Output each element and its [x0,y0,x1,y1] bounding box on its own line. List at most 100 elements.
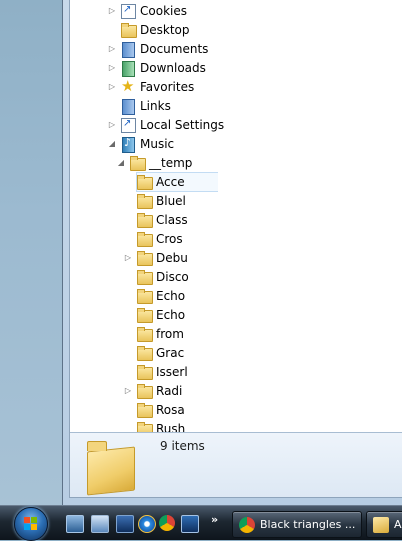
tree-item-downloads[interactable]: ▷ Downloads [107,58,206,77]
details-pane: 9 items [70,432,402,497]
tree-child-folder[interactable]: from [123,324,184,343]
expand-arrow-icon[interactable]: ▷ [107,6,117,16]
tree-child-folder[interactable]: Echo [123,286,185,305]
folder-icon [136,307,153,323]
tree-child-folder[interactable]: Class [123,210,188,229]
remote-desktop-icon[interactable] [181,515,199,533]
tree-item-label: Documents [140,41,209,56]
folder-icon [136,250,153,266]
tree-item-label: Rush [156,421,186,433]
tree-clip-region [218,172,402,432]
collapse-arrow-icon[interactable]: ◢ [116,158,126,168]
tree-child-folder[interactable]: ▷ Debu [123,248,188,267]
folder-icon [136,364,153,380]
tree-item-label: Grac [156,345,185,360]
folder-icon [136,269,153,285]
tree-item-label: __temp [149,155,193,170]
expand-arrow-icon[interactable]: ▷ [107,120,117,130]
tree-item-label: Downloads [140,60,206,75]
expand-arrow-icon[interactable]: ▷ [107,44,117,54]
tree-item-label: Cookies [140,3,187,18]
tree-child-folder[interactable]: Disco [123,267,189,286]
chrome-icon [239,516,255,533]
documents-icon [120,41,136,58]
tree-item-links[interactable]: Links [107,96,171,115]
expand-arrow-icon[interactable]: ▷ [123,386,133,396]
taskbar-button-label: Black triangles ... [260,518,356,531]
tree-item-label: Echo [156,307,186,322]
tree-item-label: Favorites [140,79,195,94]
tree-child-folder[interactable]: Isserl [123,362,188,381]
tree-item-music[interactable]: ◢ Music [107,134,174,153]
tree-child-folder[interactable]: Acce [123,172,185,191]
folder-icon [136,193,153,209]
tree-item-label: Rosa [156,402,185,417]
tree-item-label: Desktop [140,22,190,37]
tree-item-favorites[interactable]: ▷ Favorites [107,77,194,96]
show-desktop-icon[interactable] [66,515,84,533]
folder-icon [136,326,153,342]
item-count-label: 9 items [160,439,205,453]
internet-explorer-icon[interactable] [138,515,156,533]
folder-icon [136,212,153,228]
folder-icon [136,402,153,418]
collapse-arrow-icon[interactable]: ◢ [107,139,117,149]
tree-item-temp[interactable]: ◢ __temp [116,153,192,172]
tree-child-folder[interactable]: Echo [123,305,185,324]
tree-child-folder[interactable]: Rosa [123,400,185,419]
tree-item-label: Echo [156,288,186,303]
expand-arrow-icon[interactable]: ▷ [107,63,117,73]
taskbar-button-explorer[interactable]: A [366,511,402,538]
folder-icon [136,231,153,247]
folder-icon [136,345,153,361]
chrome-icon[interactable] [159,515,175,531]
tree-item-cookies[interactable]: ▷ Cookies [107,1,187,20]
tree-item-label: Disco [156,269,189,284]
tree-item-label: Local Settings [140,117,225,132]
switch-windows-icon[interactable] [91,515,109,533]
shortcut-icon [120,3,136,19]
tree-item-local-settings[interactable]: ▷ Local Settings [107,115,224,134]
explorer-window: ▷ Cookies Desktop ▷ Documents ▷ Download… [62,0,402,505]
tree-item-label: Class [156,212,188,227]
taskbar: » Black triangles ... A [0,505,402,541]
tree-child-folder[interactable]: ▷ Radi [123,381,182,400]
tree-child-folder[interactable]: Rush [123,419,185,432]
folder-icon [373,516,389,533]
navigation-tree: ▷ Cookies Desktop ▷ Documents ▷ Download… [70,0,402,432]
tree-child-folder[interactable]: Cros [123,229,183,248]
computer-icon[interactable] [116,515,134,533]
explorer-content: ▷ Cookies Desktop ▷ Documents ▷ Download… [69,0,402,498]
quick-launch-overflow[interactable]: » [211,513,218,526]
shortcut-icon [120,117,136,133]
tree-child-folder[interactable]: Bluel [123,191,186,210]
tree-item-label: Isserl [156,364,188,379]
folder-icon [129,155,146,171]
tree-item-label: Links [140,98,171,113]
folder-icon [136,288,153,304]
tree-item-label: Radi [156,383,183,398]
tree-item-documents[interactable]: ▷ Documents [107,39,208,58]
tree-item-desktop[interactable]: Desktop [107,20,190,39]
folder-icon [136,174,153,190]
folder-icon [136,421,153,432]
expand-arrow-icon[interactable]: ▷ [123,253,133,263]
tree-item-label: from [156,326,184,341]
tree-item-label: Acce [156,174,185,189]
windows-start-orb[interactable] [14,507,48,541]
tree-item-label: Music [140,136,175,151]
tree-item-label: Debu [156,250,188,265]
tree-child-folder[interactable]: Grac [123,343,184,362]
taskbar-button-chrome[interactable]: Black triangles ... [232,511,362,538]
expand-arrow-icon[interactable]: ▷ [107,82,117,92]
